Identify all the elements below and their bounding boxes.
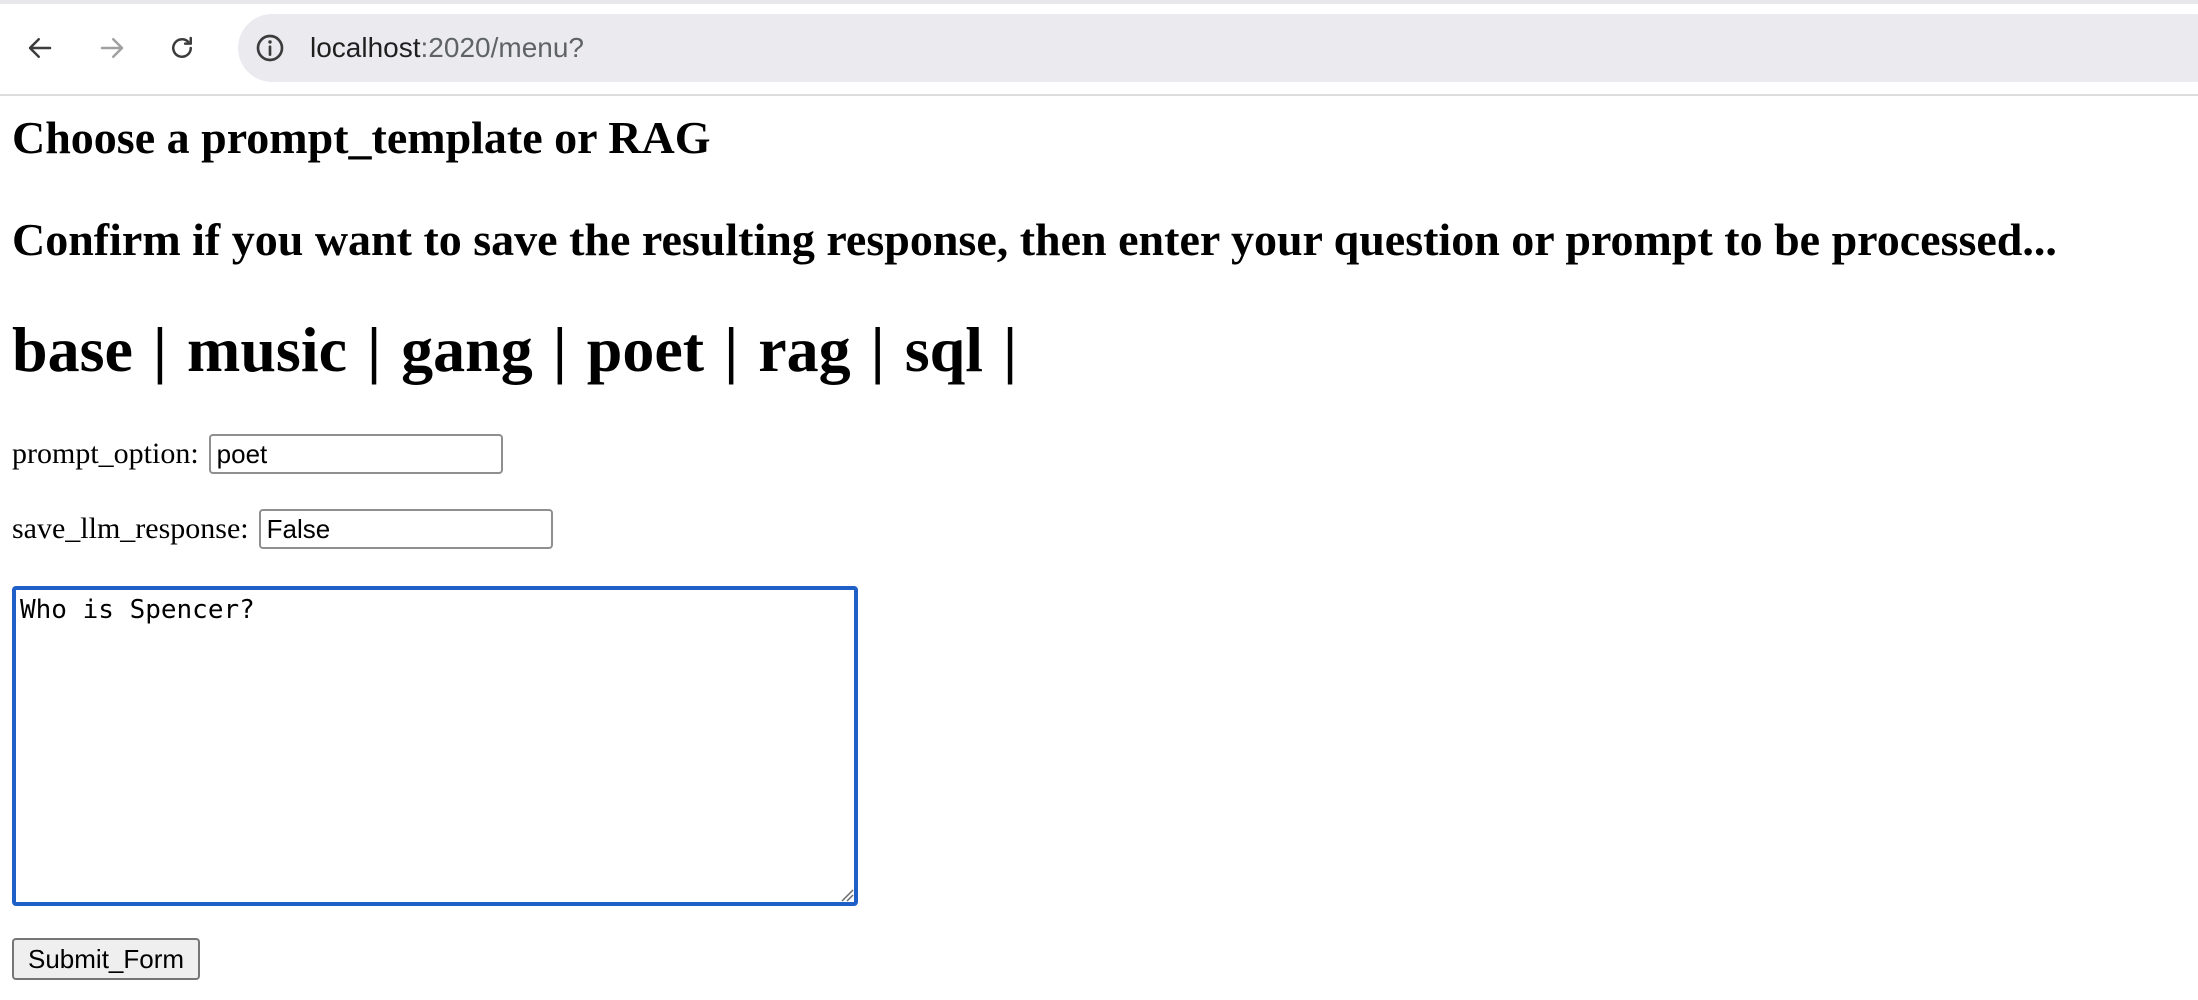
url-path: :2020/menu? xyxy=(420,32,584,63)
link-poet[interactable]: poet xyxy=(587,314,704,385)
url-host: localhost xyxy=(310,32,421,63)
link-separator: | xyxy=(724,314,739,385)
site-info-button[interactable] xyxy=(250,28,290,68)
prompt-template-links: base | music | gang | poet | rag | sql | xyxy=(12,312,1021,388)
forward-arrow-icon xyxy=(100,38,124,58)
link-separator: | xyxy=(367,314,382,385)
prompt-option-label: prompt_option: xyxy=(12,437,199,470)
link-base[interactable]: base xyxy=(12,314,133,385)
resize-grip-icon[interactable] xyxy=(840,888,854,902)
save-llm-response-label: save_llm_response: xyxy=(12,512,249,545)
address-bar[interactable]: localhost:2020/menu? xyxy=(238,14,2198,82)
back-arrow-icon xyxy=(28,38,52,58)
save-llm-response-input[interactable] xyxy=(258,509,553,549)
info-icon xyxy=(256,34,284,62)
link-separator: | xyxy=(152,314,167,385)
link-music[interactable]: music xyxy=(187,314,347,385)
link-rag[interactable]: rag xyxy=(758,314,850,385)
browser-toolbar: localhost:2020/menu? xyxy=(0,0,2198,96)
forward-button[interactable] xyxy=(90,26,134,70)
link-separator: | xyxy=(552,314,567,385)
link-separator: | xyxy=(870,314,885,385)
url-text[interactable]: localhost:2020/menu? xyxy=(310,30,584,66)
reload-button[interactable] xyxy=(160,26,204,70)
submit-button[interactable]: Submit_Form xyxy=(12,938,201,980)
tab-strip-edge xyxy=(0,0,2198,4)
back-button[interactable] xyxy=(18,26,62,70)
question-textarea[interactable]: Who is Spencer? xyxy=(12,586,858,906)
instructions-heading: Confirm if you want to save the resultin… xyxy=(12,214,2057,265)
page-title: Choose a prompt_template or RAG xyxy=(12,112,711,163)
link-separator: | xyxy=(1002,314,1018,385)
link-gang[interactable]: gang xyxy=(401,314,533,385)
save-llm-response-row: save_llm_response: xyxy=(12,509,553,549)
prompt-option-input[interactable] xyxy=(208,434,503,474)
link-sql[interactable]: sql xyxy=(905,314,983,385)
prompt-option-row: prompt_option: xyxy=(12,434,503,474)
reload-icon xyxy=(172,36,192,58)
